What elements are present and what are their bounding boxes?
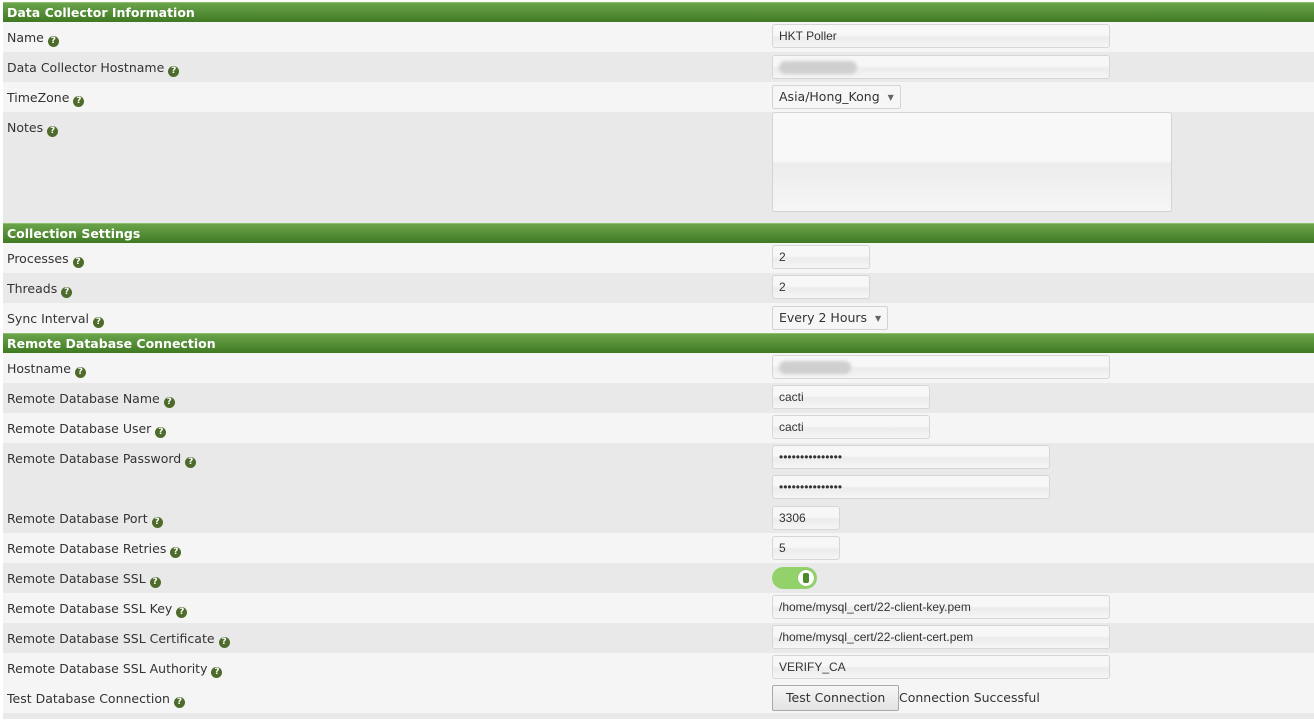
poller-edit-form: Data Collector Information Name? HKT Pol… — [0, 0, 1314, 719]
row-db-port: Remote Database Port? 3306 — [3, 503, 1314, 533]
row-test-connection: Test Database Connection? Test Connectio… — [3, 683, 1314, 713]
help-icon[interactable]: ? — [176, 607, 188, 618]
label-db-retries: Remote Database Retries? — [7, 541, 182, 558]
db-retries-input[interactable]: 5 — [772, 536, 840, 560]
label-ssl-cert: Remote Database SSL Certificate? — [7, 631, 230, 648]
help-icon[interactable]: ? — [149, 577, 161, 588]
db-password-input[interactable]: ••••••••••••••• — [772, 445, 1050, 469]
help-icon[interactable]: ? — [170, 547, 182, 558]
help-icon[interactable]: ? — [73, 96, 85, 107]
db-password-confirm-input[interactable]: ••••••••••••••• — [772, 475, 1050, 499]
processes-input[interactable]: 2 — [772, 245, 870, 269]
row-ssl-cert: Remote Database SSL Certificate? /home/m… — [3, 623, 1314, 653]
ssl-authority-input[interactable]: VERIFY_CA — [772, 655, 1110, 679]
row-notes: Notes? — [3, 112, 1314, 223]
row-sync-interval: Sync Interval? Every 2 Hours ▼ — [3, 303, 1314, 333]
row-hostname: Data Collector Hostname? — [3, 52, 1314, 82]
row-db-password: Remote Database Password? ••••••••••••••… — [3, 443, 1314, 503]
label-db-port: Remote Database Port? — [7, 511, 163, 528]
label-processes: Processes? — [7, 251, 84, 268]
chevron-down-icon: ▼ — [887, 93, 894, 102]
section-header-collector: Data Collector Information — [3, 2, 1314, 22]
label-threads: Threads? — [7, 281, 73, 298]
toggle-knob — [798, 570, 814, 586]
db-port-input[interactable]: 3306 — [772, 506, 840, 530]
help-icon[interactable]: ? — [163, 397, 175, 408]
remote-hostname-input[interactable] — [772, 355, 1110, 379]
db-name-input[interactable]: cacti — [772, 385, 930, 409]
row-processes: Processes? 2 — [3, 243, 1314, 273]
chevron-down-icon: ▼ — [875, 314, 882, 323]
help-icon[interactable]: ? — [185, 457, 197, 468]
label-ssl-key: Remote Database SSL Key? — [7, 601, 188, 618]
row-ssl-authority: Remote Database SSL Authority? VERIFY_CA — [3, 653, 1314, 683]
help-icon[interactable]: ? — [61, 287, 73, 298]
ssl-key-input[interactable]: /home/mysql_cert/22-client-key.pem — [772, 595, 1110, 619]
row-ssl-key: Remote Database SSL Key? /home/mysql_cer… — [3, 593, 1314, 623]
help-icon[interactable]: ? — [72, 257, 84, 268]
help-icon[interactable]: ? — [47, 36, 59, 47]
redacted-value — [779, 61, 857, 74]
row-db-ssl: Remote Database SSL? — [3, 563, 1314, 593]
ssl-cert-input[interactable]: /home/mysql_cert/22-client-cert.pem — [772, 625, 1110, 649]
section-header-collection: Collection Settings — [3, 223, 1314, 243]
help-icon[interactable]: ? — [155, 427, 167, 438]
row-timezone: TimeZone? Asia/Hong_Kong ▼ — [3, 82, 1314, 112]
label-db-user: Remote Database User? — [7, 421, 167, 438]
row-db-name: Remote Database Name? cacti — [3, 383, 1314, 413]
label-db-ssl: Remote Database SSL? — [7, 571, 161, 588]
help-icon[interactable]: ? — [211, 667, 223, 678]
row-db-user: Remote Database User? cacti — [3, 413, 1314, 443]
help-icon[interactable]: ? — [74, 367, 86, 378]
row-name: Name? HKT Poller — [3, 22, 1314, 52]
db-ssl-toggle[interactable] — [772, 567, 817, 589]
label-ssl-authority: Remote Database SSL Authority? — [7, 661, 223, 678]
label-db-password: Remote Database Password? — [7, 451, 197, 468]
help-icon[interactable]: ? — [173, 697, 185, 708]
connection-status: Connection Successful — [899, 690, 1040, 705]
test-connection-button[interactable]: Test Connection — [772, 685, 900, 711]
label-hostname: Data Collector Hostname? — [7, 60, 180, 77]
toggle-on-icon — [803, 573, 809, 583]
timezone-select[interactable]: Asia/Hong_Kong ▼ — [772, 85, 901, 109]
threads-input[interactable]: 2 — [772, 275, 870, 299]
help-icon[interactable]: ? — [218, 637, 230, 648]
help-icon[interactable]: ? — [151, 517, 163, 528]
section-header-remote: Remote Database Connection — [3, 333, 1314, 353]
name-input[interactable]: HKT Poller — [772, 24, 1110, 48]
label-db-name: Remote Database Name? — [7, 391, 175, 408]
hostname-input[interactable] — [772, 55, 1110, 79]
label-sync-interval: Sync Interval? — [7, 311, 104, 328]
notes-textarea[interactable] — [772, 112, 1172, 212]
label-test-connection: Test Database Connection? — [7, 691, 185, 708]
sync-interval-select[interactable]: Every 2 Hours ▼ — [772, 306, 889, 330]
row-remote-hostname: Hostname? — [3, 353, 1314, 383]
label-remote-hostname: Hostname? — [7, 361, 86, 378]
row-db-retries: Remote Database Retries? 5 — [3, 533, 1314, 563]
row-footer-spacer — [3, 713, 1314, 719]
label-name: Name? — [7, 30, 59, 47]
label-notes: Notes? — [7, 120, 59, 137]
label-timezone: TimeZone? — [7, 90, 85, 107]
help-icon[interactable]: ? — [47, 126, 59, 137]
help-icon[interactable]: ? — [92, 317, 104, 328]
row-threads: Threads? 2 — [3, 273, 1314, 303]
redacted-value — [779, 361, 851, 374]
db-user-input[interactable]: cacti — [772, 415, 930, 439]
help-icon[interactable]: ? — [168, 66, 180, 77]
